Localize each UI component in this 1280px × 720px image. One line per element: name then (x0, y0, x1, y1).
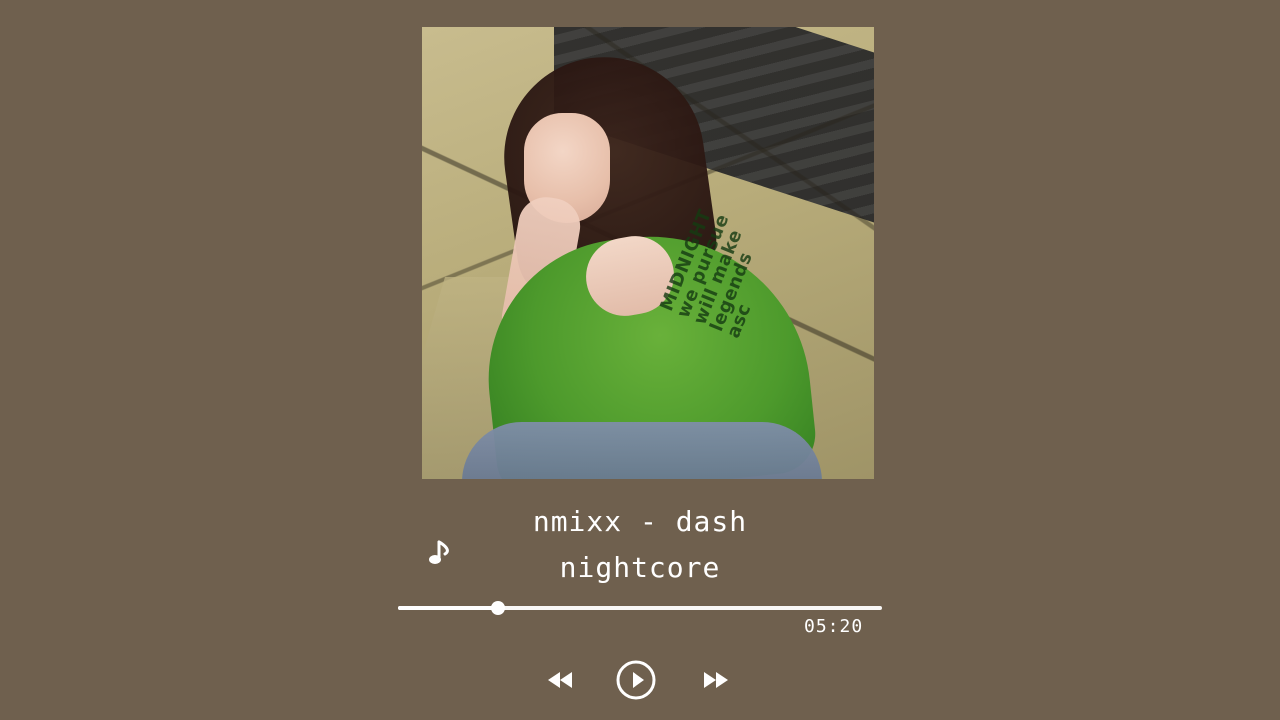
rewind-icon (540, 660, 580, 700)
track-subtitle: nightcore (559, 551, 721, 584)
fast-forward-button[interactable] (688, 652, 744, 708)
album-cover-image: MIDNIGHT we pursue will make legends asc (422, 27, 874, 479)
progress-knob[interactable] (490, 601, 505, 615)
fast-forward-icon (696, 660, 736, 700)
playback-controls (0, 652, 1280, 708)
progress-fill (398, 606, 498, 610)
track-duration: 05:20 (804, 616, 864, 637)
rewind-button[interactable] (532, 652, 588, 708)
play-button[interactable] (608, 652, 664, 708)
progress-bar[interactable] (398, 599, 882, 617)
track-title: nmixx - dash (532, 505, 748, 538)
music-player: MIDNIGHT we pursue will make legends asc… (0, 0, 1280, 720)
play-icon (614, 658, 658, 702)
cover-person-jeans (462, 422, 822, 479)
